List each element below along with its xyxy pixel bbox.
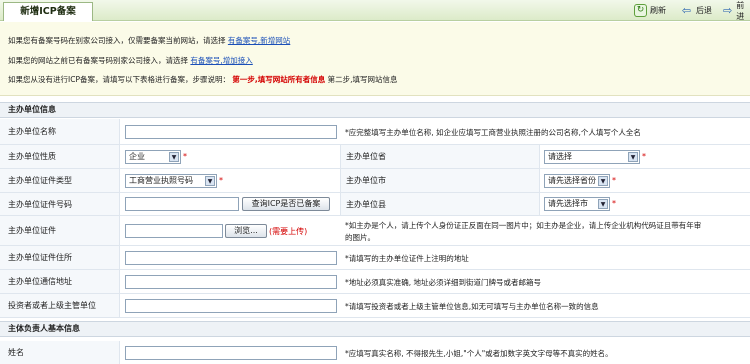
- instruction-text-2: 如果您的网站之前已有备案号码别家公司接入，请选择: [8, 56, 188, 65]
- instructions-panel: 如果您有备案号码在别家公司接入，仅需要备案当前网站，请选择 有备案号,新增网站 …: [0, 22, 750, 96]
- cert-file-path-input[interactable]: [125, 224, 223, 238]
- forward-label: 前进: [736, 0, 745, 21]
- host-county-select[interactable]: 请先选择市 ▼: [544, 197, 610, 211]
- host-name-label: 主办单位名称: [0, 119, 120, 144]
- investor-hint: *请填写投资者或者上级主管单位信息,如无可填写与主办单位名称一致的信息: [345, 302, 599, 311]
- investor-label: 投资者或者上级主管单位: [0, 294, 120, 317]
- chevron-down-icon: ▼: [598, 176, 608, 186]
- person-name-hint: *应填写真实名称, 不得报先生,小姐,"个人"或者加数字英文字母等不真实的姓名。: [345, 349, 613, 358]
- check-icp-button[interactable]: 查询ICP是否已备案: [242, 197, 330, 211]
- chevron-down-icon: ▼: [628, 152, 638, 162]
- host-county-label: 主办单位县: [340, 193, 540, 215]
- section-person-in-charge: 主体负责人基本信息: [0, 321, 750, 337]
- required-star: *: [183, 152, 187, 161]
- required-star: *: [642, 152, 646, 161]
- refresh-icon: ↻: [634, 4, 647, 17]
- link-add-website[interactable]: 有备案号,新增网站: [228, 36, 290, 45]
- link-add-access[interactable]: 有备案号,增加接入: [190, 56, 252, 65]
- cert-type-select[interactable]: 工商营业执照号码 ▼: [125, 174, 217, 188]
- instruction-text-3: 如果您从没有进行ICP备案，请填写以下表格进行备案，步骤说明：: [8, 75, 230, 84]
- browse-button[interactable]: 浏览...: [225, 224, 267, 238]
- row-cert-address: 主办单位证件住所 *请填写的主办单位证件上注明的地址: [0, 246, 750, 270]
- step-two-text: 第二步,填写网站信息: [327, 75, 398, 84]
- mailing-address-label: 主办单位通信地址: [0, 270, 120, 293]
- cert-type-value: 工商营业执照号码: [129, 176, 193, 185]
- forward-arrow-icon: ⇨: [722, 4, 733, 17]
- instruction-text-1: 如果您有备案号码在别家公司接入，仅需要备案当前网站，请选择: [8, 36, 226, 45]
- cert-file-hint-1: *如主办是个人，请上传个人身份证正反面在同一图片中；如主办是企业，请上传企业机构…: [345, 221, 702, 230]
- refresh-label: 刷新: [650, 6, 666, 15]
- mailing-address-input[interactable]: [125, 275, 337, 289]
- row-cert-type: 主办单位证件类型 工商营业执照号码 ▼ * 主办单位市 请先选择省份 ▼ *: [0, 169, 750, 193]
- host-city-select[interactable]: 请先选择省份 ▼: [544, 174, 610, 188]
- top-tab-bar: 新增ICP备案 ↻ 刷新 ⇦ 后退 ⇨ 前进: [0, 0, 750, 21]
- cert-number-input[interactable]: [125, 197, 239, 211]
- back-arrow-icon: ⇦: [681, 4, 692, 17]
- host-province-value: 请选择: [548, 152, 572, 161]
- row-investor: 投资者或者上级主管单位 *请填写投资者或者上级主管单位信息,如无可填写与主办单位…: [0, 294, 750, 318]
- back-button[interactable]: ⇦ 后退: [680, 3, 712, 18]
- back-label: 后退: [696, 6, 712, 15]
- refresh-button[interactable]: ↻ 刷新: [634, 3, 666, 18]
- host-name-hint: *应完整填写主办单位名称, 如企业应填写工商营业执照注册的公司名称,个人填写个人…: [345, 128, 641, 137]
- forward-button[interactable]: ⇨ 前进: [722, 1, 750, 21]
- tab-new-icp-filing[interactable]: 新增ICP备案: [3, 2, 93, 21]
- cert-number-label: 主办单位证件号码: [0, 193, 120, 215]
- row-host-nature: 主办单位性质 企业 ▼ * 主办单位省 请选择 ▼ *: [0, 145, 750, 169]
- row-cert-file: 主办单位证件 浏览... (需要上传) *如主办是个人，请上传个人身份证正反面在…: [0, 216, 750, 246]
- cert-address-hint: *请填写的主办单位证件上注明的地址: [345, 254, 469, 263]
- required-star: *: [219, 176, 223, 185]
- step-one-text: 第一步,填写网站所有者信息: [232, 75, 326, 84]
- instruction-line-3: 如果您从没有进行ICP备案，请填写以下表格进行备案，步骤说明： 第一步,填写网站…: [8, 74, 398, 85]
- host-nature-label: 主办单位性质: [0, 145, 120, 168]
- person-name-label: 姓名: [0, 341, 120, 364]
- host-city-value: 请先选择省份: [548, 176, 596, 185]
- host-nature-select[interactable]: 企业 ▼: [125, 150, 181, 164]
- chevron-down-icon: ▼: [169, 152, 179, 162]
- required-star: *: [612, 176, 616, 185]
- instruction-line-2: 如果您的网站之前已有备案号码别家公司接入，请选择 有备案号,增加接入: [8, 55, 253, 66]
- row-host-name: 主办单位名称 *应完整填写主办单位名称, 如企业应填写工商营业执照注册的公司名称…: [0, 119, 750, 145]
- row-person-name: 姓名 *应填写真实名称, 不得报先生,小姐,"个人"或者加数字英文字母等不真实的…: [0, 341, 750, 364]
- host-province-label: 主办单位省: [340, 145, 540, 168]
- host-province-select[interactable]: 请选择 ▼: [544, 150, 640, 164]
- section-host-unit-info: 主办单位信息: [0, 102, 750, 118]
- host-name-input[interactable]: [125, 125, 337, 139]
- chevron-down-icon: ▼: [205, 176, 215, 186]
- cert-type-label: 主办单位证件类型: [0, 169, 120, 192]
- investor-input[interactable]: [125, 299, 337, 313]
- required-star: *: [612, 199, 616, 208]
- person-name-input[interactable]: [125, 346, 337, 360]
- cert-address-label: 主办单位证件住所: [0, 246, 120, 269]
- chevron-down-icon: ▼: [598, 199, 608, 209]
- host-nature-value: 企业: [129, 152, 145, 161]
- cert-address-input[interactable]: [125, 251, 337, 265]
- cert-file-label: 主办单位证件: [0, 216, 120, 245]
- row-cert-number: 主办单位证件号码 查询ICP是否已备案 主办单位县 请先选择市 ▼ *: [0, 193, 750, 216]
- row-mailing-address: 主办单位通信地址 *地址必须真实准确, 地址必须详细到街道门牌号或者邮箱号: [0, 270, 750, 294]
- host-county-value: 请先选择市: [548, 199, 588, 208]
- instruction-line-1: 如果您有备案号码在别家公司接入，仅需要备案当前网站，请选择 有备案号,新增网站: [8, 35, 290, 46]
- host-city-label: 主办单位市: [340, 169, 540, 192]
- need-upload-text: (需要上传): [269, 227, 308, 236]
- mailing-address-hint: *地址必须真实准确, 地址必须详细到街道门牌号或者邮箱号: [345, 278, 542, 287]
- cert-file-hint-2: 的图片。: [345, 233, 375, 242]
